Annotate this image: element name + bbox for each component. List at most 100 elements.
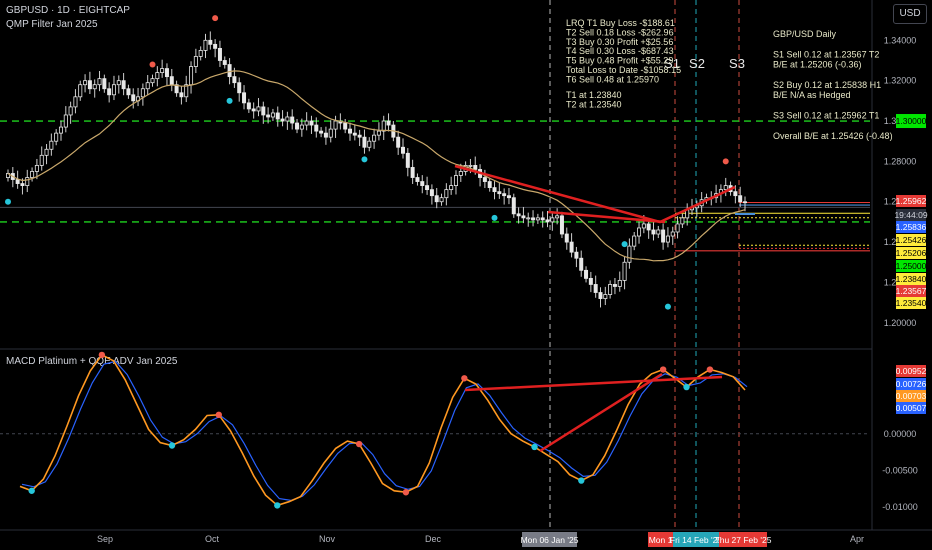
candle-body bbox=[646, 223, 651, 231]
macd-tick-label: -0.01000 bbox=[882, 502, 918, 512]
macd-marker-red bbox=[706, 366, 714, 373]
chart-canvas: S1 S2 S3GBPUSD · 1D · EIGHTCAPQMP Filter J… bbox=[0, 0, 932, 547]
candle-body bbox=[140, 88, 145, 98]
price-label: 19:44:09 bbox=[894, 210, 927, 220]
candle-body bbox=[506, 195, 511, 199]
macd-marker-cyan bbox=[531, 443, 538, 451]
candle-body bbox=[193, 56, 198, 67]
plan-note: S2 Buy 0.12 at 1.25838 H1 bbox=[773, 80, 881, 90]
candle-body bbox=[497, 191, 502, 195]
candle-body bbox=[319, 130, 324, 134]
price-label: 1.23567 bbox=[896, 286, 927, 296]
candle-body bbox=[656, 229, 661, 235]
plan-note: S3 Sell 0.12 at 1.25962 T1 bbox=[773, 111, 879, 121]
candle-body bbox=[131, 94, 136, 102]
candle-body bbox=[516, 213, 521, 217]
candle-body bbox=[632, 235, 637, 247]
candle-body bbox=[44, 148, 49, 156]
candle-body bbox=[34, 165, 39, 172]
candle-body bbox=[564, 233, 569, 243]
price-tick-label: 1.20000 bbox=[884, 318, 917, 328]
candle-body bbox=[198, 50, 203, 57]
price-marker-red bbox=[722, 158, 729, 165]
candle-body bbox=[603, 294, 608, 299]
candle-body bbox=[242, 92, 247, 104]
candle-body bbox=[675, 223, 680, 233]
candle-body bbox=[579, 257, 584, 271]
candle-body bbox=[58, 126, 63, 134]
candle-body bbox=[295, 122, 300, 130]
macd-tick-label: -0.00500 bbox=[882, 465, 918, 475]
price-marker-red bbox=[149, 61, 156, 68]
candle-body bbox=[87, 80, 92, 90]
macd-marker-red bbox=[215, 411, 222, 419]
price-tick-label: 1.28000 bbox=[884, 156, 917, 166]
candle-body bbox=[492, 187, 497, 193]
candle-body bbox=[482, 177, 487, 182]
time-tick-label: Oct bbox=[205, 534, 220, 544]
candle-body bbox=[420, 181, 425, 186]
candle-body bbox=[622, 261, 627, 281]
macd-trendline-upper bbox=[464, 375, 723, 392]
candle-body bbox=[227, 64, 232, 78]
candle-body bbox=[63, 114, 68, 128]
time-tick-label: Apr bbox=[850, 534, 864, 544]
candle-body bbox=[208, 39, 213, 45]
candle-body bbox=[473, 165, 478, 170]
candle-body bbox=[179, 92, 184, 98]
candle-body bbox=[246, 102, 251, 110]
candle-body bbox=[617, 280, 622, 287]
candle-body bbox=[521, 215, 526, 219]
macd-marker-red bbox=[402, 489, 410, 496]
candle-body bbox=[429, 189, 434, 197]
macd-title: MACD Platinum + QQE ADV Jan 2025 bbox=[6, 356, 178, 367]
candle-body bbox=[30, 171, 35, 178]
candle-body bbox=[415, 177, 420, 182]
candle-body bbox=[304, 120, 309, 126]
candle-body bbox=[723, 185, 728, 191]
candle-body bbox=[352, 132, 357, 136]
currency-button[interactable]: USD bbox=[893, 4, 927, 24]
candle-body bbox=[526, 217, 531, 220]
candle-body bbox=[299, 124, 304, 130]
candle-body bbox=[434, 195, 439, 203]
s-label: S2 bbox=[689, 56, 705, 71]
macd-value-label: 0.00726 bbox=[896, 379, 927, 389]
candle-body bbox=[270, 112, 275, 118]
candle-body bbox=[531, 217, 536, 221]
indicator-title: QMP Filter Jan 2025 bbox=[6, 19, 98, 30]
candle-body bbox=[333, 120, 338, 130]
candle-body bbox=[189, 66, 194, 86]
candle-body bbox=[102, 78, 107, 90]
price-label: 1.25962 bbox=[896, 196, 927, 206]
candle-body bbox=[54, 132, 59, 142]
time-highlight-label: Mon 06 Jan '25 bbox=[521, 535, 579, 545]
candle-body bbox=[217, 47, 222, 61]
candle-body bbox=[540, 217, 545, 221]
candle-body bbox=[453, 175, 458, 186]
candle-body bbox=[574, 251, 579, 259]
candle-body bbox=[169, 76, 174, 86]
candle-body bbox=[343, 122, 348, 130]
candle-body bbox=[641, 223, 646, 229]
macd-value-label: 0.00507 bbox=[896, 403, 927, 413]
macd-marker-red bbox=[355, 440, 363, 448]
candle-body bbox=[410, 167, 415, 178]
macd-marker-red bbox=[461, 375, 468, 382]
candle-body bbox=[160, 68, 165, 73]
level-label: 1.30000 bbox=[896, 116, 927, 126]
candle-body bbox=[73, 96, 78, 108]
candle-body bbox=[49, 140, 54, 150]
candle-body bbox=[559, 215, 564, 235]
candle-body bbox=[83, 80, 88, 86]
candle-body bbox=[458, 171, 463, 176]
trendline-lower bbox=[547, 210, 666, 224]
macd-marker-cyan bbox=[274, 502, 281, 509]
candle-body bbox=[15, 179, 20, 184]
candle-body bbox=[661, 229, 666, 243]
candle-body bbox=[348, 128, 353, 134]
price-label: 1.25836 bbox=[896, 222, 927, 232]
candle-body bbox=[261, 106, 266, 116]
candle-body bbox=[39, 154, 44, 166]
candle-body bbox=[733, 191, 738, 197]
